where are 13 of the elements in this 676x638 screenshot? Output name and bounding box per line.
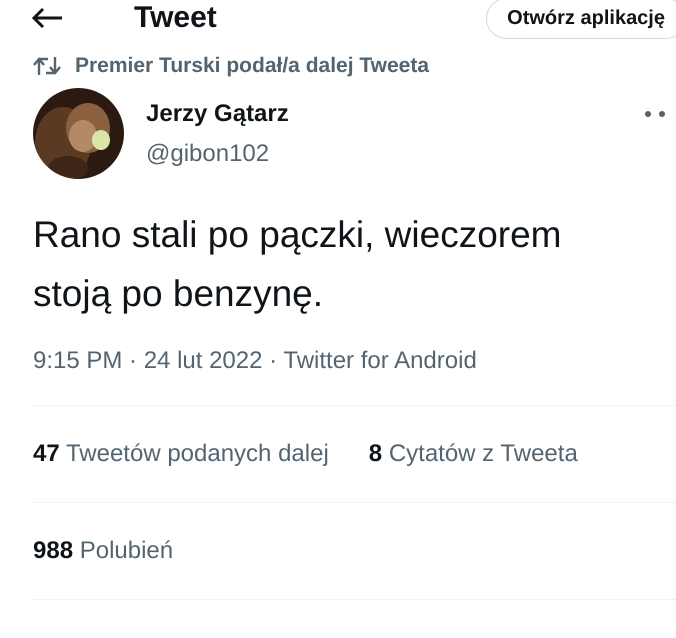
page-title: Tweet [134,1,218,35]
stat-link[interactable]: 8 Cytatów z Tweeta [368,440,578,468]
tweet-text: Rano stali po pączki, wieczorem stoją po benzynę. [33,213,562,316]
likes-link[interactable]: 988 Polubień [33,537,174,565]
open-app-button[interactable]: Otwórz aplikację [486,0,676,38]
retweet-icon [33,55,61,77]
author-handle[interactable]: @gibon102 [146,140,644,168]
tweet-timestamp: 9:15 PM · 24 lut 2022 · Twitter for Android [33,347,676,406]
retweet-note: Premier Turski podał/a dalej Tweeta [75,54,430,78]
back-arrow-icon[interactable] [30,6,64,30]
more-options-icon[interactable] [644,110,666,118]
stat-link[interactable]: 47 Tweetów podanych dalej [33,440,329,468]
author-name[interactable]: Jerzy Gątarz [146,100,644,128]
